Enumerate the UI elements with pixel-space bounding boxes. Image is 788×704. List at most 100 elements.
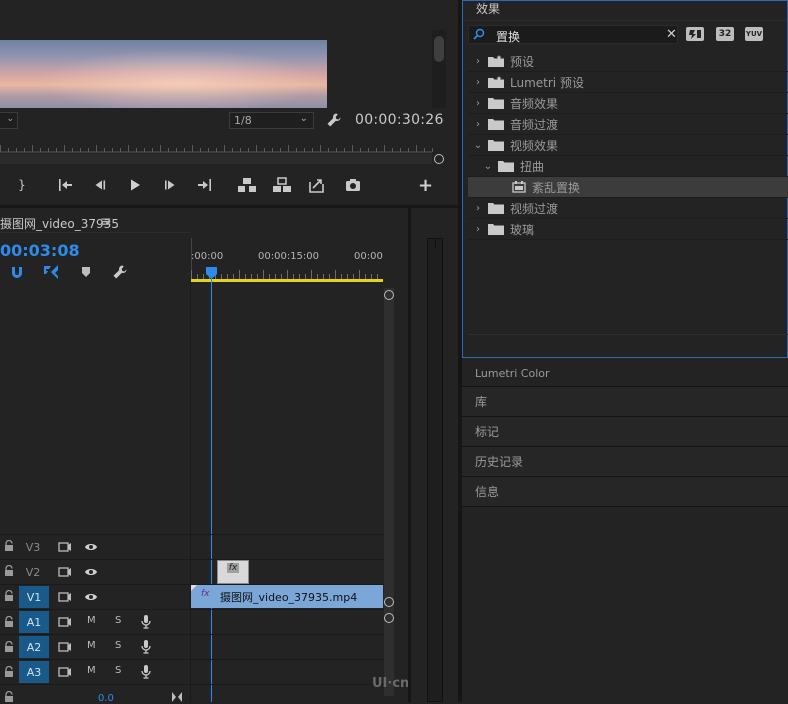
microphone-icon[interactable]: [140, 614, 152, 630]
stack-lumetri-color[interactable]: Lumetri Color: [462, 360, 788, 386]
clear-search-icon[interactable]: ✕: [666, 27, 677, 42]
zoom-handle[interactable]: [434, 154, 444, 164]
video-preview-frame[interactable]: [0, 40, 327, 108]
solo-button[interactable]: S: [115, 640, 121, 651]
sync-lock-icon[interactable]: [58, 591, 72, 603]
track-label-v3[interactable]: V3: [21, 536, 45, 558]
step-back-icon[interactable]: [90, 176, 110, 194]
yuv-effects-icon[interactable]: YUV: [745, 27, 763, 41]
chevron-right-icon[interactable]: ›: [468, 119, 488, 130]
track-a1[interactable]: A1 M S: [0, 610, 384, 635]
stack-info[interactable]: 信息: [462, 476, 788, 506]
solo-button[interactable]: S: [115, 665, 121, 676]
mix-volume[interactable]: 0.0: [98, 693, 114, 704]
effects-search-input[interactable]: 置换 ✕: [468, 25, 678, 44]
go-to-in-button[interactable]: [56, 176, 76, 194]
scroll-handle-mid[interactable]: [384, 597, 394, 607]
resolution-dropdown[interactable]: 1/8 ⌄: [229, 112, 314, 129]
track-label-a3[interactable]: A3: [19, 661, 49, 683]
track-label-a1[interactable]: A1: [19, 611, 49, 633]
track-a3[interactable]: A3 M S: [0, 660, 384, 685]
solo-button[interactable]: S: [115, 615, 121, 626]
eye-icon[interactable]: [84, 566, 98, 578]
mute-button[interactable]: M: [87, 615, 96, 626]
accelerated-effects-icon[interactable]: [686, 27, 704, 41]
tree-item-audio-effects[interactable]: › 音频效果: [468, 93, 788, 114]
lock-icon[interactable]: [4, 666, 14, 678]
sync-lock-icon[interactable]: [58, 616, 72, 628]
mute-button[interactable]: M: [87, 640, 96, 651]
sync-lock-icon[interactable]: [58, 566, 72, 578]
timeline-scrollbar[interactable]: [384, 288, 394, 696]
track-label-a2[interactable]: A2: [19, 636, 49, 658]
stack-markers[interactable]: 标记: [462, 416, 788, 446]
track-label-v1[interactable]: V1: [19, 586, 49, 608]
play-button[interactable]: [125, 176, 145, 194]
track-label-v2[interactable]: V2: [21, 561, 45, 583]
export-frame-icon[interactable]: [307, 176, 327, 194]
linked-selection-icon[interactable]: [43, 264, 59, 280]
scroll-thumb[interactable]: [434, 36, 444, 62]
chevron-down-icon[interactable]: ⌄: [468, 140, 488, 151]
32bit-effects-icon[interactable]: 32: [716, 27, 734, 41]
tree-item-presets[interactable]: › 预设: [468, 51, 788, 72]
add-button[interactable]: +: [418, 175, 433, 196]
playhead-timecode[interactable]: 00:03:08: [0, 241, 80, 260]
lock-icon[interactable]: [4, 616, 14, 628]
stack-library[interactable]: 库: [462, 386, 788, 416]
go-to-out-button[interactable]: [194, 176, 214, 194]
tree-item-lumetri-presets[interactable]: › Lumetri 预设: [468, 72, 788, 93]
track-v1[interactable]: V1 fx 摄图网_video_37935.mp4: [0, 585, 384, 610]
chevron-right-icon[interactable]: ›: [468, 77, 488, 88]
chevron-right-icon[interactable]: ›: [468, 56, 488, 67]
add-marker-icon[interactable]: [79, 265, 93, 279]
lock-icon[interactable]: [4, 565, 14, 577]
lock-icon[interactable]: [4, 641, 14, 653]
microphone-icon[interactable]: [140, 664, 152, 680]
sync-lock-icon[interactable]: [58, 541, 72, 553]
monitor-ruler[interactable]: [0, 139, 440, 153]
work-area-bar[interactable]: [191, 279, 383, 282]
lock-icon[interactable]: [4, 691, 14, 703]
extract-icon[interactable]: [271, 176, 293, 194]
mix-end-icon[interactable]: [171, 691, 183, 703]
track-v3[interactable]: V3: [0, 534, 384, 560]
eye-icon[interactable]: [84, 591, 98, 603]
chevron-right-icon[interactable]: ›: [468, 203, 488, 214]
mute-button[interactable]: M: [87, 665, 96, 676]
chevron-down-icon[interactable]: ⌄: [478, 161, 498, 172]
mark-out-button[interactable]: }: [10, 176, 34, 194]
settings-wrench-icon[interactable]: [326, 112, 342, 128]
eye-icon[interactable]: [84, 541, 98, 553]
stack-history[interactable]: 历史记录: [462, 446, 788, 476]
lock-icon[interactable]: [4, 590, 14, 602]
tree-item-glass[interactable]: › 玻璃: [468, 219, 788, 240]
scroll-handle-bottom[interactable]: [384, 613, 394, 623]
chevron-right-icon[interactable]: ›: [468, 224, 488, 235]
tree-item-video-transitions[interactable]: › 视频过渡: [468, 198, 788, 219]
timeline-settings-wrench-icon[interactable]: [112, 264, 128, 280]
track-v2[interactable]: V2 fx: [0, 560, 384, 585]
lock-icon[interactable]: [4, 540, 14, 552]
snap-magnet-icon[interactable]: [9, 264, 25, 280]
tree-item-video-effects[interactable]: ⌄ 视频效果: [468, 135, 788, 156]
video-clip[interactable]: fx 摄图网_video_37935.mp4: [191, 585, 383, 608]
lift-icon[interactable]: [236, 176, 258, 194]
microphone-icon[interactable]: [140, 639, 152, 655]
sync-lock-icon[interactable]: [58, 666, 72, 678]
fx-drop-badge[interactable]: fx: [217, 560, 249, 584]
monitor-zoom-bar[interactable]: [0, 154, 432, 164]
monitor-scrollbar[interactable]: [432, 30, 446, 108]
chevron-right-icon[interactable]: ›: [468, 98, 488, 109]
tree-item-distort[interactable]: ⌄ 扭曲: [468, 156, 788, 177]
scroll-handle-top[interactable]: [384, 290, 394, 300]
sync-lock-icon[interactable]: [58, 641, 72, 653]
tree-item-audio-transitions[interactable]: › 音频过渡: [468, 114, 788, 135]
panel-menu-icon[interactable]: ≡: [100, 214, 112, 230]
track-a2[interactable]: A2 M S: [0, 635, 384, 660]
tree-item-turbulent-displace[interactable]: 紊乱置换: [468, 177, 788, 198]
effects-tab[interactable]: 效果: [476, 0, 500, 17]
step-forward-icon[interactable]: [160, 176, 180, 194]
camera-icon[interactable]: [343, 176, 363, 194]
zoom-dropdown[interactable]: ⌄: [0, 112, 18, 129]
